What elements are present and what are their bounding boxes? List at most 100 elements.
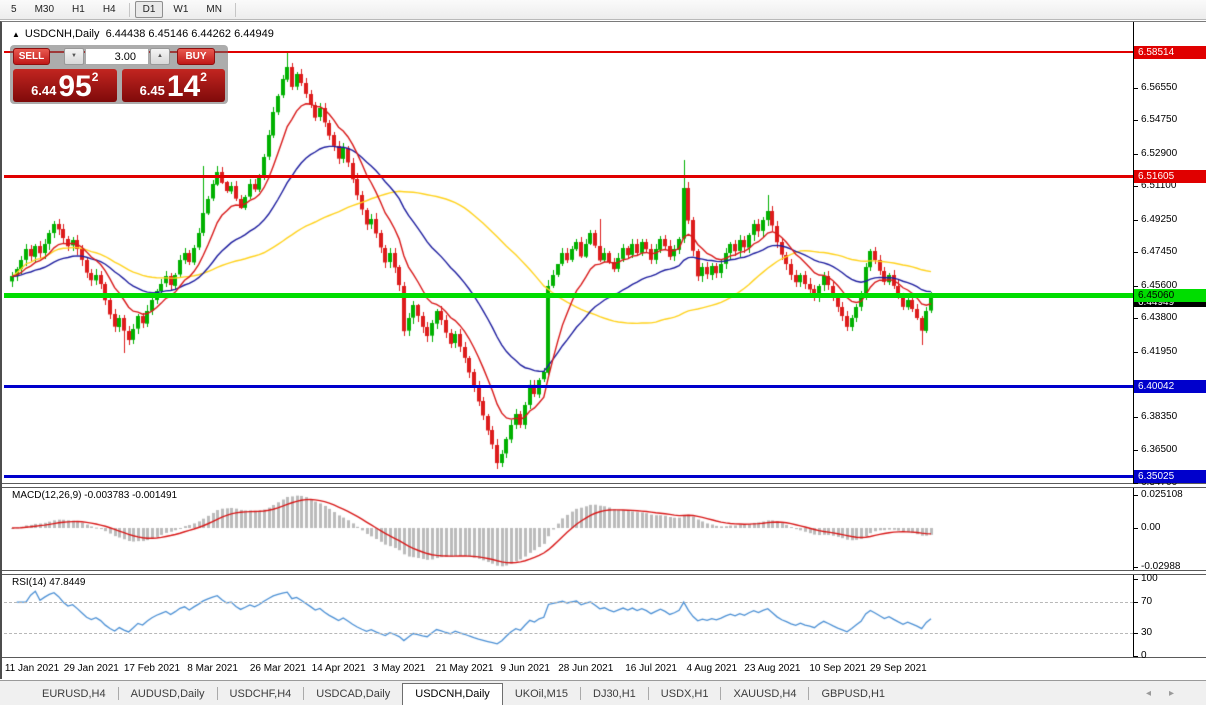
chart-window: ▲ USDCNH,Daily 6.44438 6.45146 6.44262 6.…: [0, 21, 1206, 679]
level-price-label[interactable]: 6.45060: [1134, 289, 1206, 302]
macd-label: MACD(12,26,9) -0.003783 -0.001491: [12, 490, 177, 501]
date-label: 4 Aug 2021: [686, 663, 737, 674]
date-label: 3 May 2021: [373, 663, 425, 674]
date-label: 9 Jun 2021: [500, 663, 550, 674]
buy-price-pip: 2: [200, 70, 207, 84]
price-tick: 6.47450: [1141, 246, 1177, 258]
price-tick: 6.54750: [1141, 114, 1177, 126]
rsi-level-line: [4, 602, 1133, 603]
sell-price-digits: 95: [58, 73, 91, 100]
macd-rsi-splitter[interactable]: [2, 570, 1206, 575]
triangle-down-icon: ▼: [71, 53, 77, 59]
rsi-tick-dash: [1133, 602, 1138, 603]
level-price-label[interactable]: 6.35025: [1134, 470, 1206, 483]
volume-input[interactable]: 3.00: [85, 48, 149, 65]
price-tick-dash: [1133, 417, 1138, 418]
chart-tab-USDCNH[interactable]: USDCNH,Daily: [402, 683, 503, 705]
chart-tab-EURUSD[interactable]: EURUSD,H4: [30, 684, 118, 705]
timeframe-button-M30[interactable]: M30: [27, 1, 62, 18]
macd-tick: 0.025108: [1141, 489, 1183, 501]
chart-title: ▲ USDCNH,Daily 6.44438 6.45146 6.44262 6.…: [12, 28, 274, 40]
chart-tab-USDCHF[interactable]: USDCHF,H4: [218, 684, 304, 705]
price-tick: 6.49250: [1141, 214, 1177, 226]
level-price-label[interactable]: 6.40042: [1134, 380, 1206, 393]
date-label: 10 Sep 2021: [809, 663, 866, 674]
timeframe-button-MN[interactable]: MN: [198, 1, 230, 18]
price-tick-dash: [1133, 286, 1138, 287]
toolbar-separator: [129, 3, 130, 17]
timeframe-button-H4[interactable]: H4: [95, 1, 124, 18]
tab-scroll-left-icon[interactable]: ◂: [1146, 688, 1169, 699]
price-tick-dash: [1133, 186, 1138, 187]
macd-tick: -0.02988: [1141, 561, 1180, 573]
rsi-level-line: [4, 633, 1133, 634]
chart-tab-USDX[interactable]: USDX,H1: [649, 684, 721, 705]
price-tick-dash: [1133, 88, 1138, 89]
symbol-tab-bar: EURUSD,H4AUDUSD,DailyUSDCHF,H4USDCAD,Dai…: [0, 680, 1206, 705]
sell-price-pip: 2: [92, 70, 99, 84]
chart-tab-UKOil[interactable]: UKOil,M15: [503, 684, 580, 705]
date-label: 28 Jun 2021: [558, 663, 613, 674]
price-tick: 6.56550: [1141, 82, 1177, 94]
date-label: 16 Jul 2021: [625, 663, 677, 674]
timeframe-button-H1[interactable]: H1: [64, 1, 93, 18]
timeframe-button-5[interactable]: 5: [3, 1, 25, 18]
timeframe-toolbar: 5M30H1H4 D1W1MN: [0, 0, 1206, 20]
sell-button[interactable]: SELL: [13, 48, 50, 65]
volume-increase-button[interactable]: ▲: [150, 48, 170, 65]
macd-tick-dash: [1133, 528, 1138, 529]
rsi-tick-dash: [1133, 579, 1138, 580]
date-label: 8 Mar 2021: [187, 663, 238, 674]
timeframe-button-W1[interactable]: W1: [165, 1, 196, 18]
one-click-collapse-icon[interactable]: ▲: [12, 30, 20, 39]
rsi-tick-dash: [1133, 633, 1138, 634]
price-tick-dash: [1133, 450, 1138, 451]
sell-price-prefix: 6.44: [31, 83, 56, 98]
toolbar-separator: [235, 3, 236, 17]
rsi-tick: 0: [1141, 650, 1147, 662]
chart-tab-XAUUSD[interactable]: XAUUSD,H4: [721, 684, 808, 705]
price-tick-dash: [1133, 120, 1138, 121]
price-tick-dash: [1133, 252, 1138, 253]
level-price-label[interactable]: 6.51605: [1134, 170, 1206, 183]
date-label: 29 Sep 2021: [870, 663, 927, 674]
price-tick-dash: [1133, 220, 1138, 221]
price-tick: 6.41950: [1141, 346, 1177, 358]
symbol-period-label: USDCNH,Daily: [25, 28, 100, 40]
chart-tab-AUDUSD[interactable]: AUDUSD,Daily: [119, 684, 217, 705]
chart-tab-GBPUSD[interactable]: GBPUSD,H1: [809, 684, 897, 705]
buy-price-prefix: 6.45: [140, 83, 165, 98]
buy-button[interactable]: BUY: [177, 48, 215, 65]
price-tick-dash: [1133, 352, 1138, 353]
date-label: 11 Jan 2021: [5, 663, 59, 674]
price-tick-dash: [1133, 318, 1138, 319]
ohlc-values: 6.44438 6.45146 6.44262 6.44949: [106, 28, 274, 40]
rsi-tick-dash: [1133, 656, 1138, 657]
sell-price-display[interactable]: 6.44 95 2: [13, 69, 117, 102]
chart-tab-USDCAD[interactable]: USDCAD,Daily: [304, 684, 402, 705]
horizontal-level-line[interactable]: [4, 475, 1133, 478]
main-macd-splitter[interactable]: [2, 483, 1206, 488]
rsi-tick: 100: [1141, 573, 1158, 585]
timeframe-button-D1[interactable]: D1: [135, 1, 164, 18]
tab-scroll-right-icon[interactable]: ▸: [1169, 688, 1192, 699]
rsi-canvas[interactable]: [2, 575, 1133, 657]
volume-decrease-button[interactable]: ▼: [64, 48, 84, 65]
horizontal-level-line[interactable]: [4, 175, 1133, 178]
horizontal-level-line[interactable]: [4, 385, 1133, 388]
one-click-trading-panel: SELL ▼ 3.00 ▲ BUY 6.44 95 2 6.45 14 2: [10, 45, 228, 104]
date-label: 17 Feb 2021: [124, 663, 180, 674]
buy-price-display[interactable]: 6.45 14 2: [122, 69, 226, 102]
price-axis-line: [1133, 22, 1134, 658]
level-price-label[interactable]: 6.58514: [1134, 46, 1206, 59]
rsi-bottom-border: [2, 657, 1206, 658]
macd-tick-dash: [1133, 495, 1138, 496]
chart-tab-DJ30[interactable]: DJ30,H1: [581, 684, 648, 705]
macd-tick-dash: [1133, 567, 1138, 568]
price-tick-dash: [1133, 154, 1138, 155]
tab-scroll-arrows[interactable]: ◂▸: [1146, 688, 1192, 699]
buy-price-digits: 14: [167, 73, 200, 100]
date-label: 21 May 2021: [436, 663, 494, 674]
rsi-tick: 30: [1141, 627, 1152, 639]
horizontal-level-line[interactable]: [4, 293, 1133, 298]
